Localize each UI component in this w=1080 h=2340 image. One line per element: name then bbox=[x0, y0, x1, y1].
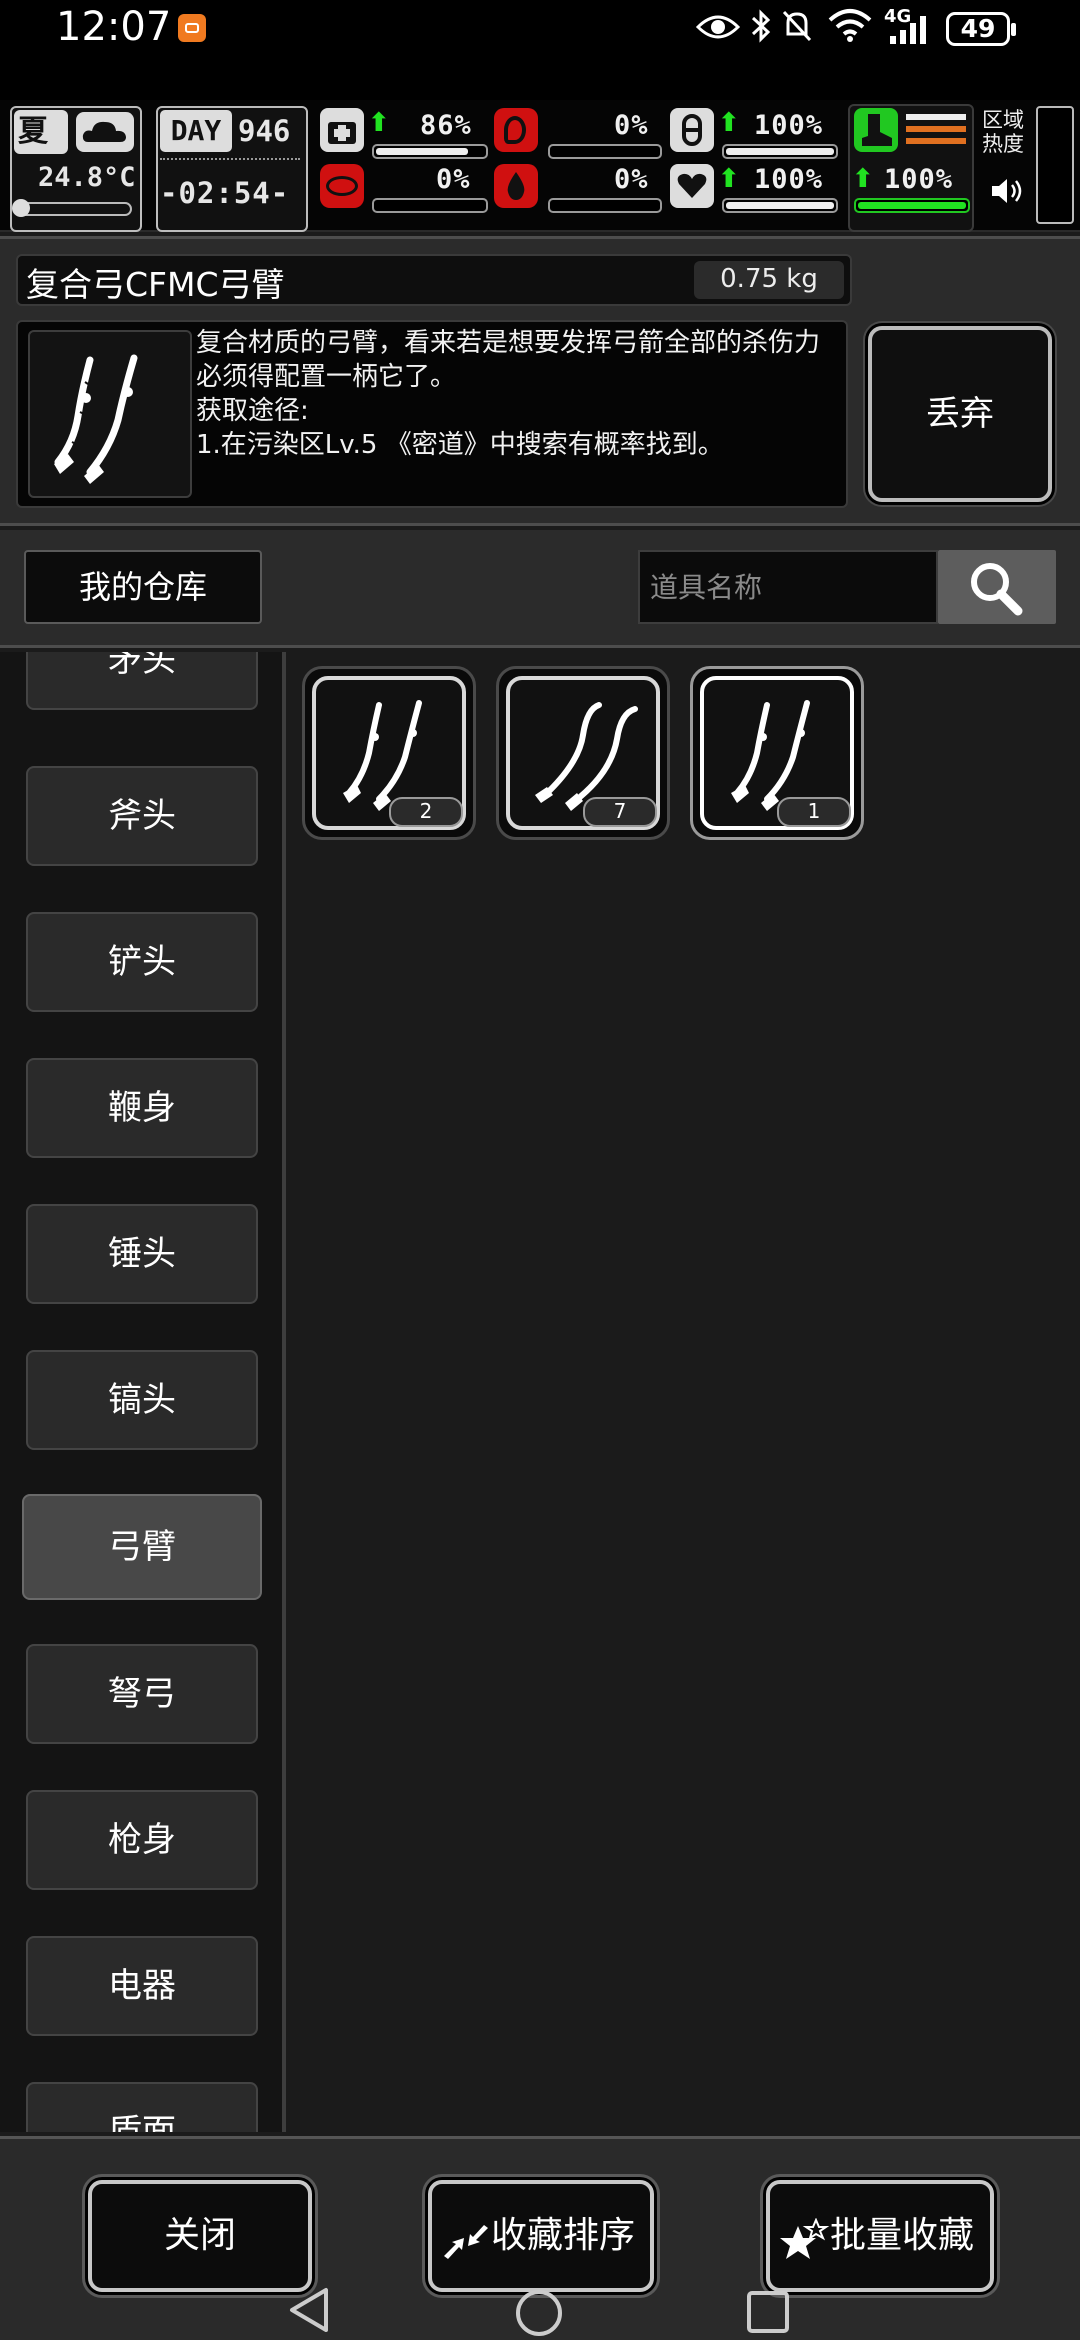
favorite-sort-label: 收藏排序 bbox=[490, 2215, 635, 2256]
inventory-grid: 2 7 1 bbox=[290, 652, 1080, 2132]
mood-up-arrow: ⬆ bbox=[718, 164, 740, 194]
stars-icon bbox=[780, 2218, 830, 2259]
inventory-slot[interactable]: 2 bbox=[302, 666, 476, 840]
item-weight: 0.75 kg bbox=[720, 264, 818, 294]
category-item[interactable]: 矛头 bbox=[26, 652, 258, 710]
category-item[interactable]: 弩弓 bbox=[26, 1644, 258, 1744]
category-item[interactable]: 枪身 bbox=[26, 1790, 258, 1890]
battery-indicator: 49 bbox=[946, 12, 1016, 46]
brain-icon bbox=[320, 164, 364, 208]
mute-bell-icon bbox=[782, 10, 812, 42]
thirst-value: 100% bbox=[754, 110, 824, 141]
status-bar: 12:07 4G 49 bbox=[0, 0, 1080, 100]
temperature: 24.8°C bbox=[38, 162, 136, 193]
category-item[interactable]: 铲头 bbox=[26, 912, 258, 1012]
bluetooth-icon bbox=[751, 9, 771, 43]
speaker-icon[interactable] bbox=[990, 176, 1024, 206]
category-item[interactable]: 电器 bbox=[26, 1936, 258, 2036]
sanity-bar bbox=[372, 198, 488, 213]
item-thumbnail bbox=[28, 330, 192, 498]
zone-heat-label: 区域热度 bbox=[982, 108, 1024, 156]
season-badge: 夏 bbox=[14, 110, 68, 154]
thirst-bar bbox=[722, 144, 838, 159]
game-clock: -02:54- bbox=[160, 176, 290, 210]
category-item-active[interactable]: 弓臂 bbox=[22, 1494, 262, 1600]
back-nav-icon[interactable] bbox=[286, 2286, 332, 2334]
stomach-icon bbox=[494, 108, 538, 152]
stamina-line-1 bbox=[906, 114, 966, 120]
cloud-icon bbox=[76, 112, 134, 152]
blood-bar bbox=[548, 198, 662, 213]
health-up-arrow: ⬆ bbox=[368, 108, 390, 138]
recents-nav-icon[interactable] bbox=[746, 2290, 790, 2334]
category-item[interactable]: 锤头 bbox=[26, 1204, 258, 1304]
health-value: 86% bbox=[420, 110, 472, 141]
discard-button[interactable]: 丢弃 bbox=[868, 326, 1052, 502]
stamina-line-2 bbox=[906, 126, 966, 132]
eye-icon bbox=[696, 15, 740, 39]
swap-arrows-icon bbox=[444, 2225, 488, 2259]
heart-hand-icon bbox=[670, 164, 714, 208]
category-list: 矛头 斧头 铲头 鞭身 锤头 镐头 弓臂 弩弓 枪身 电器 盾面 bbox=[0, 652, 286, 2132]
blood-value: 0% bbox=[614, 164, 649, 195]
hunger-value: 0% bbox=[614, 110, 649, 141]
item-description: 复合材质的弓臂，看来若是想要发挥弓箭全部的杀伤力必须得配置一柄它了。 获取途径:… bbox=[196, 328, 821, 460]
batch-favorite-label: 批量收藏 bbox=[829, 2215, 974, 2256]
thirst-up-arrow: ⬆ bbox=[718, 108, 740, 138]
mood-value: 100% bbox=[754, 164, 824, 195]
survival-hud: 夏 24.8°C DAY 946 -02:54- ⬆ 86% 0% ⬆ 100%… bbox=[0, 100, 1080, 232]
inventory-slot[interactable]: 7 bbox=[496, 666, 670, 840]
blood-drop-icon bbox=[494, 164, 538, 208]
my-warehouse-button[interactable]: 我的仓库 bbox=[24, 550, 262, 624]
bow-limb-curved-icon bbox=[535, 702, 638, 811]
health-bar bbox=[372, 144, 488, 159]
mood-bar bbox=[722, 198, 838, 213]
zone-heat-gauge bbox=[1036, 106, 1074, 224]
stamina-line-3 bbox=[906, 138, 966, 144]
search-button[interactable] bbox=[938, 550, 1056, 624]
bow-limb-icon bbox=[343, 700, 422, 811]
sanity-value: 0% bbox=[436, 164, 471, 195]
search-icon bbox=[971, 563, 1023, 616]
medkit-icon bbox=[320, 108, 364, 152]
day-counter: 946 bbox=[238, 114, 291, 148]
signal-icon bbox=[890, 16, 926, 44]
app-notification-icon bbox=[178, 14, 206, 42]
stamina-value: 100% bbox=[884, 164, 954, 195]
hunger-bar bbox=[548, 144, 662, 159]
category-item[interactable]: 鞭身 bbox=[26, 1058, 258, 1158]
item-search-input[interactable] bbox=[638, 550, 938, 624]
inventory-slot-selected[interactable]: 1 bbox=[690, 666, 864, 840]
stamina-up-arrow: ⬆ bbox=[852, 164, 874, 194]
stamina-bar bbox=[854, 198, 970, 213]
day-label: DAY bbox=[160, 110, 232, 152]
capsule-icon bbox=[670, 108, 714, 152]
temperature-gauge bbox=[12, 199, 132, 217]
slot-count: 2 bbox=[389, 797, 463, 827]
clock-ruler bbox=[160, 158, 300, 166]
slot-count: 7 bbox=[583, 797, 657, 827]
wifi-icon bbox=[828, 9, 872, 42]
boot-icon bbox=[854, 108, 898, 152]
category-item[interactable]: 镐头 bbox=[26, 1350, 258, 1450]
status-time: 12:07 bbox=[56, 4, 172, 50]
slot-count: 1 bbox=[777, 797, 851, 827]
home-nav-icon[interactable] bbox=[514, 2288, 564, 2338]
close-button[interactable]: 关闭 bbox=[88, 2180, 312, 2292]
item-name: 复合弓CFMC弓臂 bbox=[26, 265, 285, 304]
category-item[interactable]: 盾面 bbox=[26, 2082, 258, 2132]
bow-limb-icon bbox=[54, 354, 138, 484]
category-item[interactable]: 斧头 bbox=[26, 766, 258, 866]
bow-limb-icon bbox=[731, 700, 810, 811]
